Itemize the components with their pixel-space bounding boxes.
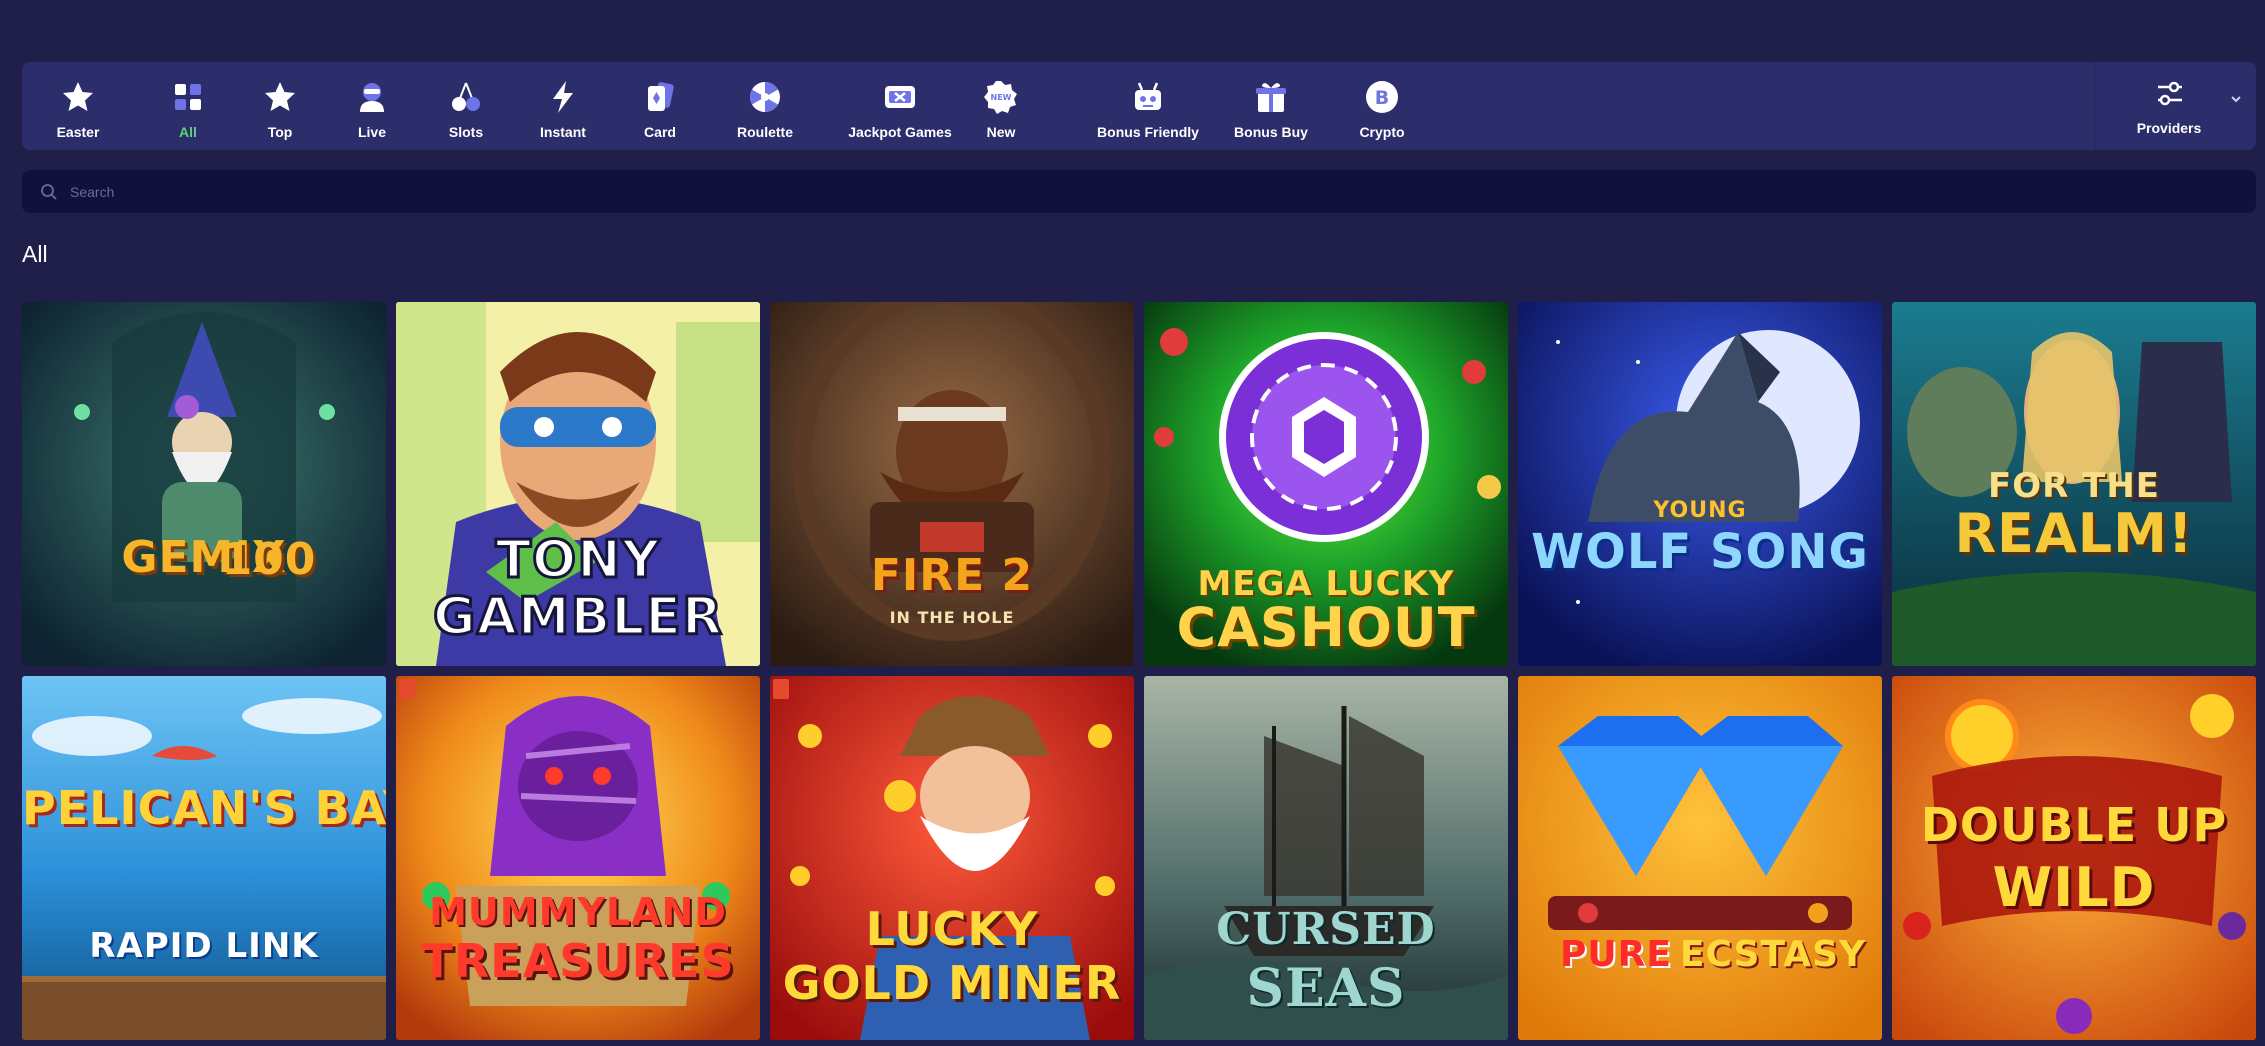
game-title-line2: RAPID LINK: [89, 926, 319, 966]
providers-label: Providers: [2136, 120, 2202, 136]
game-thumbnail: [1518, 302, 1882, 666]
category-label: Slots: [448, 124, 484, 140]
category-live[interactable]: Live: [336, 62, 408, 150]
category-label: Top: [267, 124, 293, 140]
providers-section: Providers: [2094, 62, 2256, 150]
game-title-line2: CASHOUT: [1176, 596, 1476, 659]
game-title-line2: REALM!: [1954, 502, 2194, 565]
game-title-line1: PELICAN'S BAY: [22, 781, 386, 835]
roulette-icon: [747, 79, 783, 115]
category-label: Jackpot Games: [848, 124, 952, 140]
game-title-line2: GAMBLER: [431, 586, 723, 649]
game-tile-fire-in-the-hole-2[interactable]: FIRE 2 IN THE HOLE: [770, 302, 1134, 666]
game-title-line2: 100: [221, 534, 317, 585]
category-all[interactable]: All: [152, 62, 224, 150]
game-title-line1: CURSED: [1216, 904, 1436, 955]
grid-icon: [170, 79, 206, 115]
game-title-line2: GOLD MINER: [782, 956, 1122, 1010]
category-easter[interactable]: Easter: [42, 62, 114, 150]
star-icon: [262, 79, 298, 115]
game-tile-for-the-realm[interactable]: FOR THE REALM!: [1892, 302, 2256, 666]
game-title-line1: YOUNG: [1653, 498, 1747, 523]
hot-badge: [773, 679, 789, 699]
game-title-line1: DOUBLE UP: [1920, 798, 2228, 852]
category-roulette[interactable]: Roulette: [707, 62, 823, 150]
game-tile-mega-lucky-cashout[interactable]: MEGA LUCKY CASHOUT: [1144, 302, 1508, 666]
game-title-line1: FIRE 2: [870, 550, 1034, 601]
game-grid: GEMIX 100 TONY GAMBLER FIRE 2 IN THE HOL…: [22, 302, 2256, 1040]
game-tile-tony-gambler[interactable]: TONY GAMBLER: [396, 302, 760, 666]
category-label: Card: [644, 124, 676, 140]
new-badge-icon: NEW: [983, 79, 1019, 115]
game-title-line1: PURE: [1560, 934, 1672, 975]
category-label: Bonus Buy: [1234, 124, 1308, 140]
game-title-line1: LUCKY: [865, 902, 1039, 956]
category-bar: Easter All Top Live Slots Instant Card R…: [22, 62, 2256, 150]
category-top[interactable]: Top: [244, 62, 316, 150]
game-tile-lucky-gold-miner[interactable]: LUCKY GOLD MINER: [770, 676, 1134, 1040]
category-label: New: [986, 124, 1016, 140]
category-instant[interactable]: Instant: [527, 62, 599, 150]
jackpot-icon: [882, 79, 918, 115]
cherry-icon: [448, 79, 484, 115]
game-title-line1: TONY: [494, 529, 661, 592]
game-thumbnail: [22, 676, 386, 1040]
game-title-line2: SEAS: [1246, 958, 1406, 1019]
category-crypto[interactable]: B Crypto: [1346, 62, 1418, 150]
game-tile-mummyland-treasures[interactable]: MUMMYLAND TREASURES: [396, 676, 760, 1040]
section-title: All: [22, 241, 48, 267]
lightning-icon: [545, 79, 581, 115]
search-bar: [22, 170, 2256, 213]
svg-text:NEW: NEW: [991, 93, 1012, 102]
game-tile-young-wolf-song[interactable]: YOUNG WOLF SONG: [1518, 302, 1882, 666]
bitcoin-icon: B: [1364, 79, 1400, 115]
category-bonus-buy[interactable]: Bonus Buy: [1212, 62, 1330, 150]
bonus-robot-icon: [1130, 79, 1166, 115]
sliders-icon: [2153, 78, 2187, 112]
category-bonus-friendly[interactable]: Bonus Friendly: [1072, 62, 1224, 150]
category-new[interactable]: NEW New: [965, 62, 1037, 150]
providers-button[interactable]: Providers: [2095, 62, 2257, 150]
game-tile-double-up-wild[interactable]: DOUBLE UP WILD: [1892, 676, 2256, 1040]
category-label: Crypto: [1359, 124, 1405, 140]
game-title-line2: IN THE HOLE: [889, 608, 1015, 627]
game-tile-gemix-100[interactable]: GEMIX 100: [22, 302, 386, 666]
svg-text:B: B: [1375, 87, 1389, 109]
cards-icon: [642, 79, 678, 115]
category-slots[interactable]: Slots: [430, 62, 502, 150]
game-title-line1: FOR THE: [1987, 466, 2161, 506]
category-label: Instant: [540, 124, 586, 140]
search-icon: [40, 183, 58, 201]
game-title-line2: ECSTASY: [1679, 934, 1867, 975]
game-title-line2: TREASURES: [421, 934, 735, 988]
dealer-icon: [354, 79, 390, 115]
game-tile-pure-ecstasy[interactable]: PURE ECSTASY: [1518, 676, 1882, 1040]
game-tile-pelicans-bay[interactable]: PELICAN'S BAY RAPID LINK: [22, 676, 386, 1040]
category-label: Easter: [56, 124, 100, 140]
category-label: Roulette: [737, 124, 793, 140]
game-thumbnail: [22, 302, 386, 666]
game-tile-cursed-seas[interactable]: CURSED SEAS: [1144, 676, 1508, 1040]
game-title-line2: WOLF SONG: [1531, 524, 1869, 580]
game-title-line2: WILD: [1992, 856, 2156, 919]
game-title-line1: MUMMYLAND: [429, 890, 727, 934]
chevron-down-icon: [2229, 92, 2243, 106]
game-thumbnail: [1518, 676, 1882, 1040]
category-label: Bonus Friendly: [1097, 124, 1199, 140]
gift-icon: [1253, 79, 1289, 115]
star-icon: [60, 79, 96, 115]
category-label: All: [179, 124, 197, 140]
category-jackpot-games[interactable]: Jackpot Games: [830, 62, 970, 150]
category-card[interactable]: Card: [624, 62, 696, 150]
search-input[interactable]: [70, 170, 2220, 213]
hot-badge: [399, 679, 415, 699]
category-label: Live: [357, 124, 386, 140]
